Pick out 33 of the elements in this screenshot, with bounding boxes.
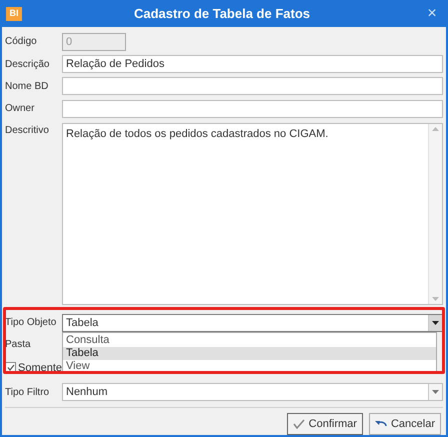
window-title: Cadastro de Tabela de Fatos xyxy=(132,4,312,23)
dropdown-button[interactable] xyxy=(428,314,442,331)
field-label: Nome BD xyxy=(5,80,50,94)
field-label: Pasta xyxy=(5,338,32,352)
dropdown-option[interactable]: Consulta xyxy=(63,334,436,347)
check-icon xyxy=(6,364,14,372)
confirm-button[interactable]: Confirmar xyxy=(286,413,363,436)
scrollbar[interactable] xyxy=(428,124,442,304)
dropdown-value: Nenhum xyxy=(65,384,109,400)
field-label: Owner xyxy=(5,102,36,116)
field-label: Tipo Objeto xyxy=(5,316,58,330)
dropdown-option[interactable]: Tabela xyxy=(63,346,436,360)
app-badge: BI xyxy=(6,6,22,20)
cancel-button[interactable]: Cancelar xyxy=(368,413,441,436)
text-area[interactable]: Relação de todos os pedidos cadastrados no CIGAM. xyxy=(62,123,443,305)
dropdown-option[interactable]: View xyxy=(63,360,436,373)
caret-icon xyxy=(432,390,439,394)
field-label: Descritivo xyxy=(5,124,50,138)
check-icon xyxy=(292,419,305,430)
checkbox-label: Somente xyxy=(18,360,62,376)
field-label: Tipo Filtro xyxy=(5,386,50,400)
filter-dropdown[interactable]: Nenhum xyxy=(62,383,443,402)
dropdown-value: Tabela xyxy=(65,316,100,331)
field-label: Descrição xyxy=(5,58,50,72)
caret-icon xyxy=(432,320,439,325)
field-label: Código xyxy=(5,35,38,50)
text-field[interactable] xyxy=(62,100,443,118)
text-field[interactable] xyxy=(62,77,443,96)
scroll-down-icon xyxy=(432,296,439,301)
scroll-up-icon xyxy=(432,127,439,132)
type-dropdown[interactable]: Tabela xyxy=(62,314,443,332)
text-area-value: Relação de todos os pedidos cadastrados no CIGAM. xyxy=(65,127,330,142)
text-field[interactable]: Relação de Pedidos xyxy=(62,55,443,74)
